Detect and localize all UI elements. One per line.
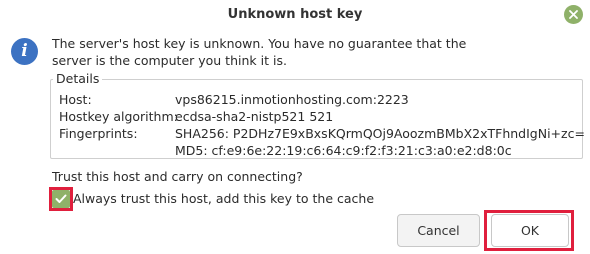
always-trust-checkbox[interactable] [52, 190, 70, 208]
cancel-button[interactable]: Cancel [397, 214, 480, 247]
message-line-2: server is the computer you think it is. [52, 53, 287, 68]
close-icon[interactable] [564, 5, 583, 24]
warning-message: The server's host key is unknown. You ha… [52, 35, 572, 69]
always-trust-label[interactable]: Always trust this host, add this key to … [73, 191, 374, 206]
checkbox-highlight [49, 187, 73, 211]
host-label: Host: [59, 92, 92, 107]
trust-question: Trust this host and carry on connecting? [52, 169, 303, 184]
fingerprints-label: Fingerprints: [59, 126, 138, 141]
ok-button[interactable]: OK [491, 214, 569, 247]
title-bar: Unknown host key [0, 0, 590, 30]
info-icon: i [11, 38, 38, 65]
details-group: Details Host: vps86215.inmotionhosting.c… [50, 71, 585, 159]
check-icon [55, 194, 67, 203]
fingerprint-sha256: SHA256: P2DHz7E9xBxsKQrmQOj9AoozmBMbX2xT… [175, 126, 585, 141]
algorithm-label: Hostkey algorithm: [59, 109, 178, 124]
details-legend: Details [53, 71, 103, 86]
fingerprint-md5: MD5: cf:e9:6e:22:19:c6:64:c9:f2:f3:21:c3… [175, 143, 512, 158]
window-title: Unknown host key [227, 7, 363, 22]
algorithm-value: ecdsa-sha2-nistp521 521 [175, 109, 334, 124]
message-line-1: The server's host key is unknown. You ha… [52, 36, 467, 51]
host-value: vps86215.inmotionhosting.com:2223 [175, 92, 409, 107]
